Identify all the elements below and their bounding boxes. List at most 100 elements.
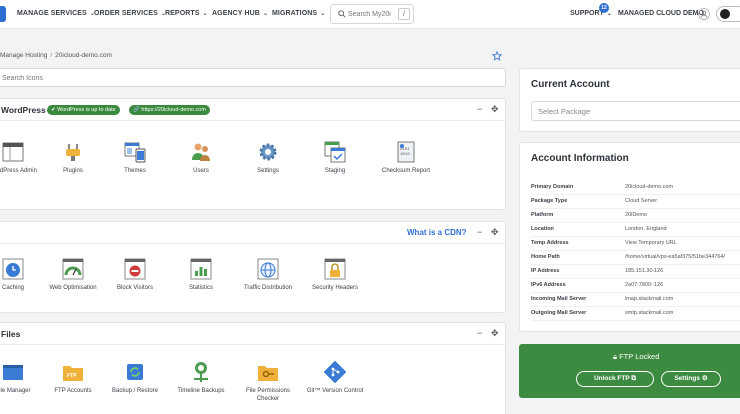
file-manager-icon — [3, 365, 23, 380]
info-label: Primary Domain — [531, 184, 574, 190]
plug-icon — [66, 144, 80, 161]
svg-text:FTP: FTP — [67, 373, 77, 379]
tool-statistics[interactable]: Statistics — [171, 258, 231, 292]
tool-label: File Permissions Checker — [245, 388, 290, 402]
brand-logo[interactable] — [0, 6, 6, 22]
nav-label: MIGRATIONS — [272, 10, 318, 17]
tool-settings[interactable]: Settings — [238, 141, 298, 175]
info-label: Outgoing Mail Server — [531, 310, 587, 316]
tool-label: Checksum Report — [381, 168, 431, 174]
current-account-card: Current Account Select Package — [519, 68, 740, 132]
top-navigation: MANAGE SERVICES ⌄ ORDER SERVICES ⌄ REPORTS… — [0, 0, 740, 29]
info-value: London, England — [625, 226, 667, 232]
files-panel: Files − ✥ File Manager FTP FTP Accounts … — [0, 322, 506, 414]
account-name[interactable]: MANAGED CLOUD DEMO — [618, 10, 704, 17]
lock-icon — [324, 258, 346, 280]
folder-ftp-icon: FTP — [63, 366, 83, 381]
tool-backup-restore[interactable]: Backup / Restore — [105, 361, 165, 395]
user-icon[interactable] — [698, 8, 710, 20]
tool-block-visitors[interactable]: Block Visitors — [105, 258, 165, 292]
package-select[interactable]: Select Package — [531, 101, 740, 121]
clock-icon — [2, 258, 24, 280]
info-value: 20icloud-demo.com — [625, 184, 673, 190]
nav-manage-services[interactable]: MANAGE SERVICES ⌄ — [17, 10, 95, 17]
ftp-title: FTP Locked — [619, 352, 660, 361]
collapse-icon[interactable]: − — [477, 328, 482, 338]
nav-agency-hub[interactable]: AGENCY HUB ⌄ — [212, 10, 268, 17]
tool-security-headers[interactable]: Security Headers — [305, 258, 365, 292]
info-row-ipv6-address: IPv6 Address 2a07:7800::126 — [531, 279, 740, 293]
global-search[interactable]: / — [330, 4, 414, 24]
cdn-panel: What is a CDN? − ✥ Caching Web Optimisat… — [0, 221, 506, 313]
tool-caching[interactable]: Caching — [0, 258, 43, 292]
global-search-input[interactable] — [348, 8, 398, 20]
gear-icon: ⚙ — [701, 375, 708, 382]
checksum-report-icon: 01011010 — [397, 141, 415, 163]
info-row-primary-domain: Primary Domain 20icloud-demo.com — [531, 181, 740, 195]
tool-web-optimisation[interactable]: Web Optimisation — [43, 258, 103, 292]
breadcrumb-current: 20icloud-demo.com — [55, 52, 112, 59]
breadcrumb-parent[interactable]: Manage Hosting — [0, 52, 47, 59]
users-icon — [192, 143, 210, 161]
unlock-ftp-button[interactable]: Unlock FTP ⧉ — [576, 371, 654, 387]
tool-themes[interactable]: Themes — [105, 141, 165, 175]
info-value: /home/virtual/vps-ea5af375/51be344764/ — [625, 254, 725, 260]
tool-label: Timeline Backups — [177, 388, 225, 394]
drag-handle-icon[interactable]: ✥ — [491, 227, 499, 238]
tool-label: Users — [193, 168, 209, 174]
card-title: Account Information — [531, 153, 629, 164]
info-label: Incoming Mail Server — [531, 296, 587, 302]
account-information-card: Account Information Primary Domain 20iclo… — [519, 142, 740, 332]
gear-icon — [259, 143, 277, 161]
what-is-cdn-link[interactable]: What is a CDN? — [407, 228, 467, 237]
tool-staging[interactable]: Staging — [305, 141, 365, 175]
tool-ftp-accounts[interactable]: FTP FTP Accounts — [43, 361, 103, 395]
nav-migrations[interactable]: MIGRATIONS ⌄ — [272, 10, 325, 17]
info-label: Home Path — [531, 254, 560, 260]
info-label: Package Type — [531, 198, 568, 204]
tool-traffic-distribution[interactable]: Traffic Distribution — [238, 258, 298, 292]
tool-label: Web Optimisation — [49, 285, 97, 291]
tool-file-permissions-checker[interactable]: File Permissions Checker — [238, 361, 298, 403]
panel-header: WordPress Tools ✔ WordPress is up to dat… — [0, 99, 505, 121]
info-row-temp-address: Temp Address View Temporary URL — [531, 237, 740, 251]
star-icon[interactable] — [492, 51, 502, 61]
lock-icon: 🔒︎ — [613, 352, 617, 361]
drag-handle-icon[interactable]: ✥ — [491, 104, 499, 115]
info-value: 2a07:7800::126 — [625, 282, 664, 288]
tool-checksum-report[interactable]: 0101 1010 Checksum Report — [376, 141, 436, 175]
nav-reports[interactable]: REPORTS ⌄ — [165, 10, 208, 17]
git-icon — [324, 361, 346, 383]
bar-chart-icon — [190, 258, 212, 280]
tool-file-manager[interactable]: File Manager — [0, 361, 43, 395]
tool-wordpress-admin[interactable]: WordPress Admin — [0, 141, 43, 175]
info-row-outgoing-mail: Outgoing Mail Server smtp.stackmail.com — [531, 307, 740, 321]
themes-icon — [124, 142, 146, 163]
icon-search-input[interactable] — [2, 72, 302, 84]
tool-git-version-control[interactable]: Git™ Version Control — [305, 361, 365, 395]
ftp-settings-button[interactable]: Settings ⚙ — [661, 371, 721, 387]
tool-plugins[interactable]: Plugins — [43, 141, 103, 175]
search-icon — [338, 10, 346, 18]
tool-users[interactable]: Users — [171, 141, 231, 175]
collapse-icon[interactable]: − — [477, 104, 482, 114]
info-label: Location — [531, 226, 554, 232]
svg-text:1010: 1010 — [400, 153, 410, 157]
chevron-down-icon: ⌄ — [262, 11, 269, 17]
info-row-location: Location London, England — [531, 223, 740, 237]
drag-handle-icon[interactable]: ✥ — [491, 328, 499, 339]
info-value: 185.151.30.126 — [625, 268, 664, 274]
info-value: 20iDemo — [625, 212, 648, 218]
card-title: Current Account — [531, 79, 610, 90]
info-row-platform: Platform 20iDemo — [531, 209, 740, 223]
button-label: Unlock FTP — [593, 375, 630, 382]
collapse-icon[interactable]: − — [477, 227, 482, 237]
info-label: IP Address — [531, 268, 560, 274]
tool-timeline-backups[interactable]: Timeline Backups — [171, 361, 231, 395]
info-value: imap.stackmail.com — [625, 296, 674, 302]
theme-toggle[interactable] — [716, 6, 740, 22]
nav-order-services[interactable]: ORDER SERVICES ⌄ — [94, 10, 166, 17]
temp-url-link[interactable]: View Temporary URL — [625, 240, 677, 246]
icon-search[interactable] — [0, 68, 506, 87]
site-url-badge[interactable]: 🔗 https://20icloud-demo.com — [129, 105, 210, 115]
